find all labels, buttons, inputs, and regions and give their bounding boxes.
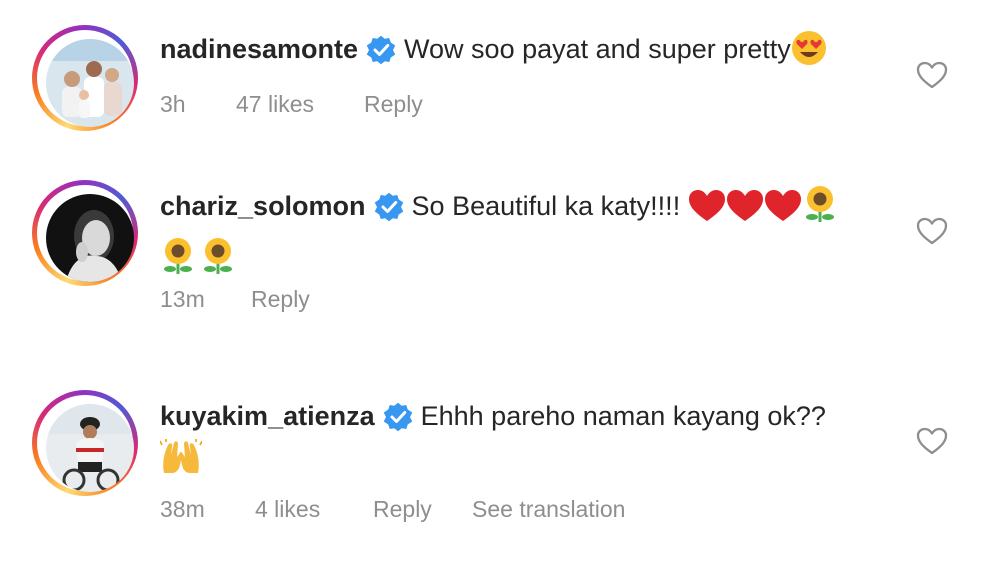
raising-hands-emoji-icon bbox=[159, 439, 203, 480]
comment-1: nadinesamonte Wow soo payat and super pre… bbox=[0, 25, 1000, 135]
like-heart-icon[interactable] bbox=[916, 60, 948, 90]
sunflower-emoji-icon bbox=[160, 237, 196, 280]
avatar-chariz-solomon bbox=[46, 194, 134, 282]
avatar-kuyakim-atienza bbox=[46, 404, 134, 492]
verified-badge-icon bbox=[366, 35, 396, 65]
avatar-ring[interactable] bbox=[32, 180, 138, 286]
red-heart-emoji-icon bbox=[764, 189, 802, 233]
comment-likes-count[interactable]: 4 likes bbox=[255, 496, 320, 523]
family-photo-avatar bbox=[46, 39, 134, 127]
avatar-ring[interactable] bbox=[32, 390, 138, 496]
comment-timestamp: 3h bbox=[160, 91, 186, 117]
comment-timestamp: 13m bbox=[160, 286, 205, 312]
sunflower-emoji-icon bbox=[200, 237, 236, 280]
comment-username[interactable]: nadinesamonte bbox=[160, 34, 358, 64]
comment-text: Wow soo payat and super pretty bbox=[404, 34, 791, 64]
portrait-photo-avatar bbox=[46, 194, 134, 282]
red-heart-emoji-icon bbox=[726, 189, 764, 233]
comment-text: So Beautiful ka katy!!!! bbox=[411, 191, 681, 221]
comment-text: Ehhh pareho naman kayang ok?? bbox=[420, 401, 826, 431]
sunflower-emoji-icon bbox=[802, 185, 838, 233]
comment-username[interactable]: chariz_solomon bbox=[160, 191, 366, 221]
heart-eyes-emoji-icon bbox=[791, 30, 827, 76]
reply-button[interactable]: Reply bbox=[373, 496, 432, 523]
comment-timestamp: 38m bbox=[160, 496, 205, 522]
like-heart-icon[interactable] bbox=[916, 216, 948, 246]
cyclist-photo-avatar bbox=[46, 404, 134, 492]
reply-button[interactable]: Reply bbox=[251, 286, 310, 313]
reply-button[interactable]: Reply bbox=[364, 91, 423, 118]
verified-badge-icon bbox=[383, 402, 412, 432]
comment-likes-count[interactable]: 47 likes bbox=[236, 91, 314, 118]
avatar-ring[interactable] bbox=[32, 25, 138, 131]
verified-badge-icon bbox=[374, 192, 403, 222]
red-heart-emoji-icon bbox=[688, 189, 726, 233]
comment-3: kuyakim_atienza Ehhh pareho naman kayang … bbox=[0, 390, 1000, 530]
avatar-nadinesamonte bbox=[46, 39, 134, 127]
like-heart-icon[interactable] bbox=[916, 426, 948, 456]
see-translation-button[interactable]: See translation bbox=[472, 496, 625, 523]
comment-username[interactable]: kuyakim_atienza bbox=[160, 401, 375, 431]
comment-2: chariz_solomon So Beautiful ka katy!!!! 1… bbox=[0, 180, 1000, 320]
